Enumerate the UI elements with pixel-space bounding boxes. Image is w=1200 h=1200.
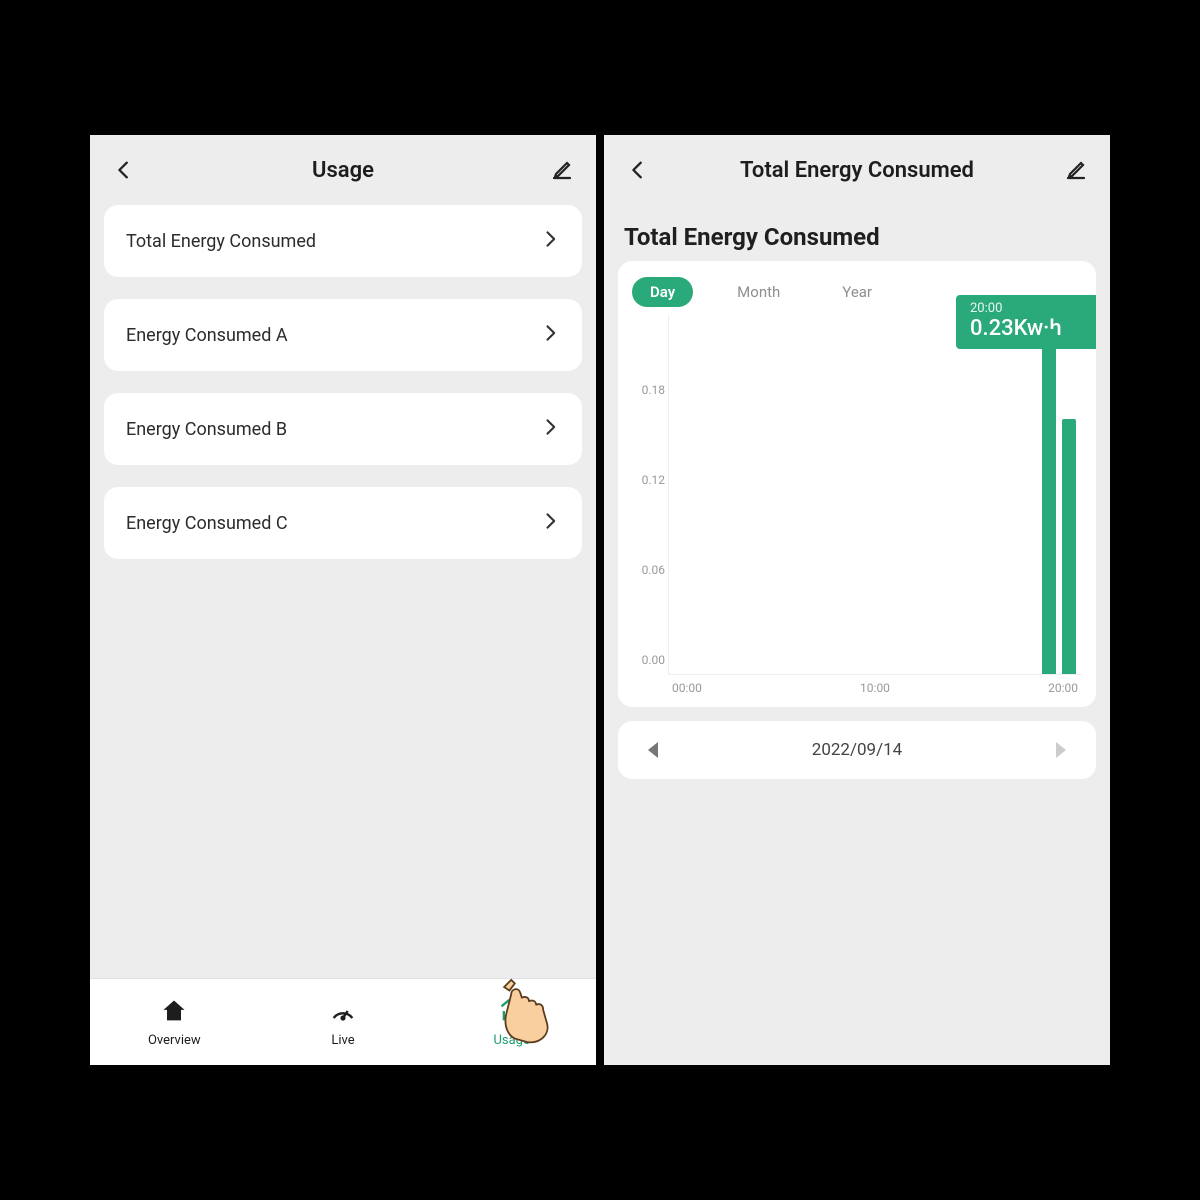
- x-tick: 00:00: [672, 681, 702, 695]
- list-item-label: Total Energy Consumed: [126, 231, 316, 252]
- tooltip-time: 20:00: [970, 301, 1082, 316]
- chart-plot-area: 0.000.060.120.18: [668, 315, 1082, 675]
- x-tick: 20:00: [1048, 681, 1078, 695]
- usage-list-screen: Usage Total Energy Consumed Energy Consu…: [90, 135, 596, 1065]
- nav-overview[interactable]: Overview: [124, 997, 224, 1048]
- edit-icon[interactable]: [1062, 156, 1090, 184]
- chevron-right-icon: [540, 417, 560, 442]
- y-tick: 0.12: [642, 473, 665, 487]
- chart-card: Day Month Year 20:00 0.23Kw·h 0.000.060.…: [618, 261, 1096, 707]
- chevron-right-icon: [540, 323, 560, 348]
- chevron-right-icon: [540, 229, 560, 254]
- tab-day[interactable]: Day: [632, 277, 693, 307]
- usage-list: Total Energy Consumed Energy Consumed A …: [90, 205, 596, 559]
- chart-icon: [498, 997, 526, 1029]
- list-item[interactable]: Energy Consumed C: [104, 487, 582, 559]
- prev-date-icon[interactable]: [648, 742, 658, 758]
- chart-bar[interactable]: [1062, 419, 1076, 674]
- selected-date: 2022/09/14: [812, 740, 902, 760]
- nav-label: Live: [331, 1033, 354, 1048]
- back-icon[interactable]: [624, 156, 652, 184]
- tab-month[interactable]: Month: [719, 277, 798, 307]
- page-title: Total Energy Consumed: [604, 205, 1110, 261]
- header: Total Energy Consumed: [604, 135, 1110, 205]
- next-date-icon[interactable]: [1056, 742, 1066, 758]
- date-selector: 2022/09/14: [618, 721, 1096, 779]
- chevron-right-icon: [540, 511, 560, 536]
- chart-bar[interactable]: [1042, 329, 1056, 674]
- nav-live[interactable]: Live: [293, 997, 393, 1048]
- list-item-label: Energy Consumed C: [126, 513, 288, 534]
- x-tick: 10:00: [860, 681, 890, 695]
- nav-usage[interactable]: Usage: [462, 997, 562, 1048]
- gauge-icon: [329, 997, 357, 1029]
- edit-icon[interactable]: [548, 156, 576, 184]
- list-item[interactable]: Energy Consumed B: [104, 393, 582, 465]
- y-tick: 0.18: [642, 383, 665, 397]
- back-icon[interactable]: [110, 156, 138, 184]
- list-item-label: Energy Consumed B: [126, 419, 287, 440]
- list-item[interactable]: Energy Consumed A: [104, 299, 582, 371]
- nav-label: Usage: [493, 1033, 529, 1048]
- chart-x-axis: 00:00 10:00 20:00: [668, 675, 1082, 699]
- header-title: Total Energy Consumed: [740, 158, 974, 183]
- chart-y-axis: 0.00 0.06 0.12 0.18: [627, 315, 665, 674]
- header-title: Usage: [312, 158, 374, 183]
- y-tick: 0.06: [642, 563, 665, 577]
- bottom-nav: Overview Live Usage: [90, 979, 596, 1065]
- list-item[interactable]: Total Energy Consumed: [104, 205, 582, 277]
- nav-label: Overview: [148, 1033, 201, 1048]
- tab-year[interactable]: Year: [824, 277, 890, 307]
- home-icon: [160, 997, 188, 1029]
- energy-detail-screen: Total Energy Consumed Total Energy Consu…: [604, 135, 1110, 1065]
- header: Usage: [90, 135, 596, 205]
- y-tick: 0.00: [642, 653, 665, 667]
- list-item-label: Energy Consumed A: [126, 325, 288, 346]
